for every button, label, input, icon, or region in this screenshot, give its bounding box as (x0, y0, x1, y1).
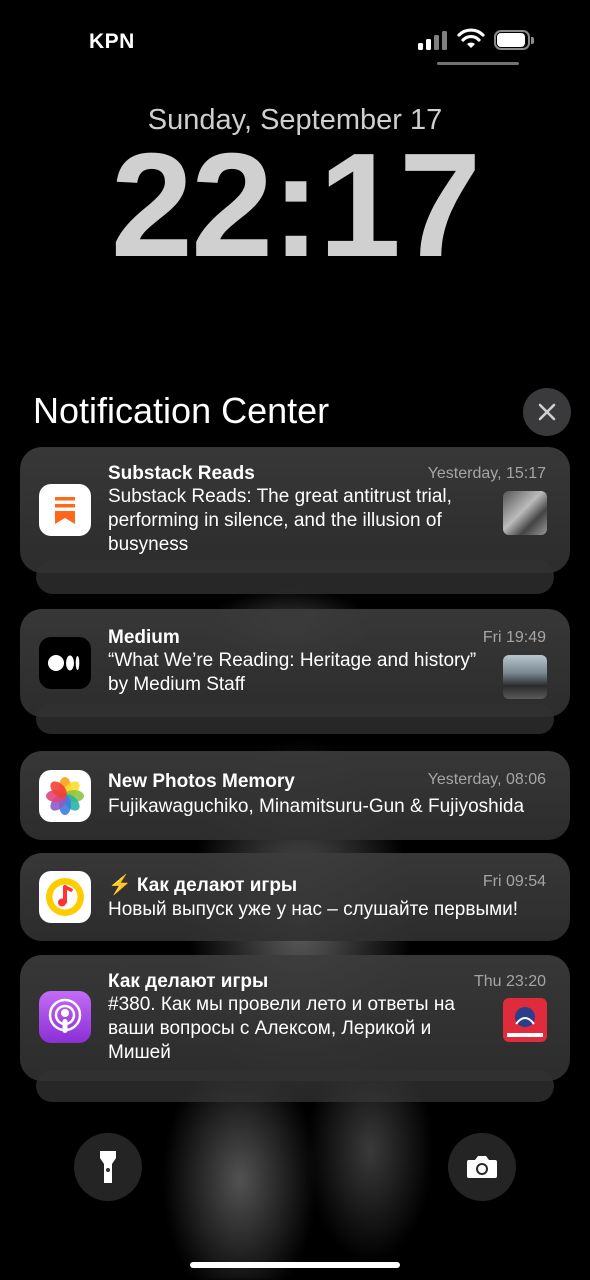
notification-body: Fujikawaguchiko, Minamitsuru-Gun & Fujiy… (108, 796, 525, 817)
notification-time: Yesterday, 08:06 (427, 771, 546, 788)
carrier-name: KPN (89, 30, 135, 53)
notification-title: Substack Reads (108, 463, 255, 484)
status-indicator-bar (437, 62, 519, 65)
notification-title: New Photos Memory (108, 771, 295, 792)
notification-substack[interactable]: Substack Reads Yesterday, 15:17 Substack… (20, 447, 570, 573)
cellular-signal-icon (418, 30, 448, 50)
notification-body: Substack Reads: The great antitrust tria… (108, 486, 452, 555)
notification-center-title: Notification Center (33, 390, 330, 431)
battery-icon (494, 30, 534, 50)
flashlight-button[interactable] (74, 1133, 142, 1201)
notification-medium[interactable]: Medium Fri 19:49 “What We’re Reading: He… (20, 609, 570, 717)
camera-button[interactable] (448, 1133, 516, 1201)
notification-body: Новый выпуск уже у нас – слушайте первым… (108, 899, 519, 920)
podcasts-icon (39, 991, 91, 1043)
clear-notifications-button[interactable] (523, 388, 571, 436)
photos-icon (39, 770, 91, 822)
yandex-music-icon (39, 871, 91, 923)
notification-body: #380. Как мы провели лето и ответы на ва… (108, 994, 455, 1063)
close-icon (538, 403, 556, 421)
notification-time: Fri 09:54 (482, 873, 546, 890)
notification-podcasts[interactable]: Как делают игры Thu 23:20 #380. Как мы п… (20, 955, 570, 1081)
notification-thumbnail (503, 491, 547, 535)
notification-yandex-music[interactable]: ⚡ Как делают игры Fri 09:54 Новый выпуск… (20, 853, 570, 941)
flashlight-icon (100, 1151, 116, 1183)
camera-icon (467, 1156, 497, 1178)
notification-time: Fri 19:49 (482, 629, 546, 646)
notification-thumbnail (503, 655, 547, 699)
notification-thumbnail (503, 998, 547, 1042)
notification-time: Thu 23:20 (473, 973, 546, 990)
substack-icon (39, 484, 91, 536)
status-bar: KPN (0, 0, 590, 80)
notification-time: Yesterday, 15:17 (427, 465, 546, 482)
notification-title: ⚡ Как делают игры (108, 875, 298, 896)
lock-screen-clock: 22:17 (110, 123, 482, 288)
notification-photos-memory[interactable]: New Photos Memory Yesterday, 08:06 Fujik… (20, 751, 570, 840)
wifi-icon (457, 28, 485, 48)
notification-title: Medium (108, 627, 180, 648)
medium-icon (39, 637, 91, 689)
home-indicator[interactable] (190, 1262, 400, 1268)
notification-body: “What We’re Reading: Heritage and histor… (108, 650, 477, 695)
notification-title: Как делают игры (108, 971, 269, 992)
